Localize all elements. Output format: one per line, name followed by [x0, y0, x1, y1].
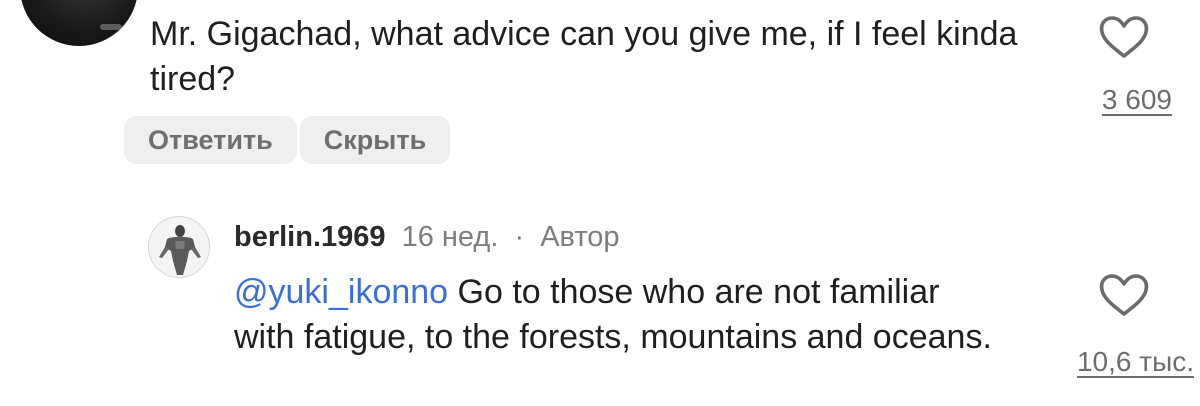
like-count[interactable]: 3 609: [1060, 84, 1172, 116]
reply-button[interactable]: Ответить: [124, 116, 297, 164]
author-avatar[interactable]: [148, 216, 210, 278]
mention-link[interactable]: @yuki_ikonno: [234, 273, 448, 311]
heart-outline-icon[interactable]: [1098, 272, 1150, 318]
comment-actions: Ответить Скрыть: [124, 116, 451, 164]
avatar-signature-mark: [100, 24, 122, 30]
hide-button[interactable]: Скрыть: [299, 116, 451, 164]
reply-timestamp: 16 нед.: [401, 221, 499, 253]
meta-separator: ·: [514, 221, 525, 253]
reply-text: @yuki_ikonno Go to those who are not fam…: [234, 270, 994, 360]
heart-outline-icon[interactable]: [1098, 14, 1150, 60]
commenter-avatar[interactable]: [20, 0, 138, 46]
reply-header: berlin.1969 16 нед. · Автор: [234, 218, 620, 256]
bodybuilder-figure-image: [149, 217, 209, 277]
author-badge: Автор: [540, 221, 620, 253]
comment-text: Mr. Gigachad, what advice can you give m…: [150, 15, 1018, 98]
reply-author-name[interactable]: berlin.1969: [234, 221, 386, 253]
reply-like-count[interactable]: 10,6 тыс.: [1000, 346, 1194, 378]
comments-view: Mr. Gigachad, what advice can you give m…: [0, 0, 1200, 406]
